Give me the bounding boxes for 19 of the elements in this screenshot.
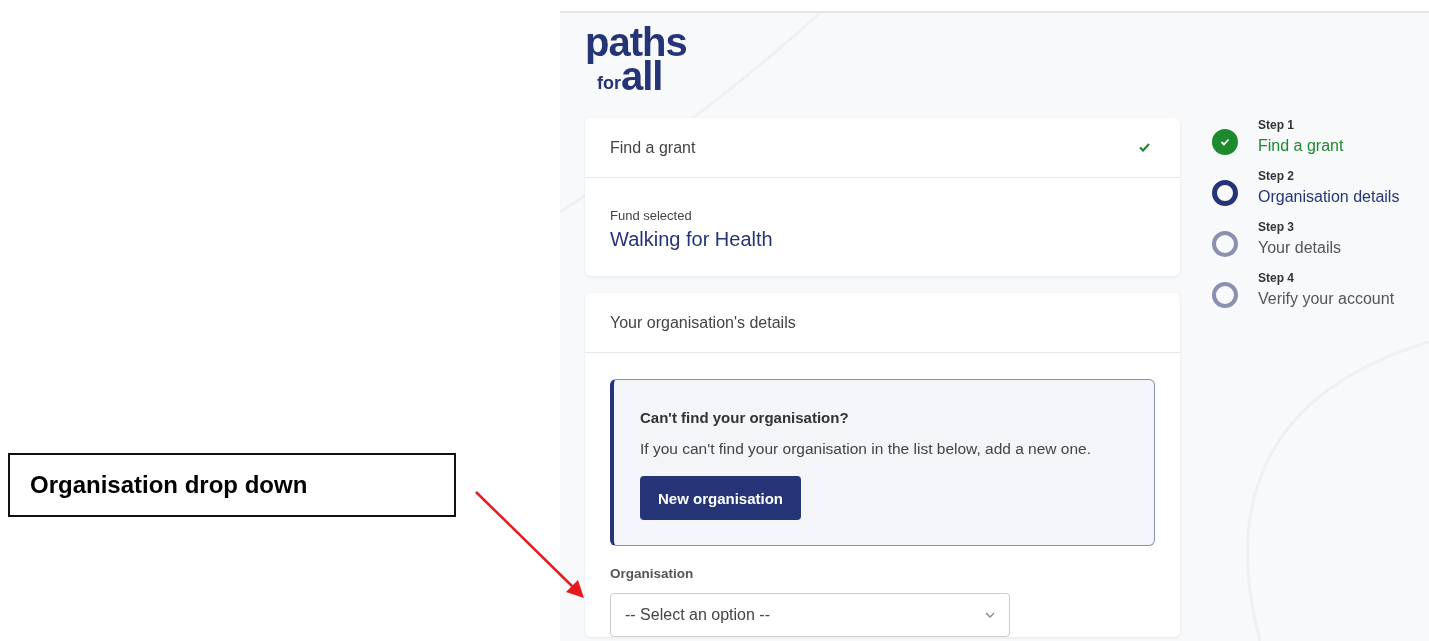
step-label: Organisation details <box>1258 188 1400 206</box>
fund-name: Walking for Health <box>610 228 774 251</box>
card-title: Find a grant <box>610 138 696 157</box>
new-organisation-button[interactable]: New organisation <box>640 476 802 520</box>
card-title: Your organisation's details <box>610 313 796 332</box>
annotation-label: Organisation drop down <box>8 453 456 517</box>
step-number: Step 2 <box>1258 169 1295 183</box>
info-text: If you can't find your organisation in the list below, add a new one. <box>640 440 1093 458</box>
organisation-dropdown[interactable]: -- Select an option -- <box>610 593 1010 637</box>
logo: paths forall <box>585 22 687 96</box>
fund-label: Fund selected <box>610 208 693 223</box>
info-heading: Can't find your organisation? <box>640 409 850 426</box>
field-label: Organisation <box>610 566 695 581</box>
step-label: Verify your account <box>1258 290 1395 308</box>
step-number: Step 3 <box>1258 220 1295 234</box>
step-number: Step 4 <box>1258 271 1295 285</box>
step-label: Your details <box>1258 239 1342 257</box>
step-number: Step 1 <box>1258 118 1295 132</box>
step-label: Find a grant <box>1258 137 1344 155</box>
